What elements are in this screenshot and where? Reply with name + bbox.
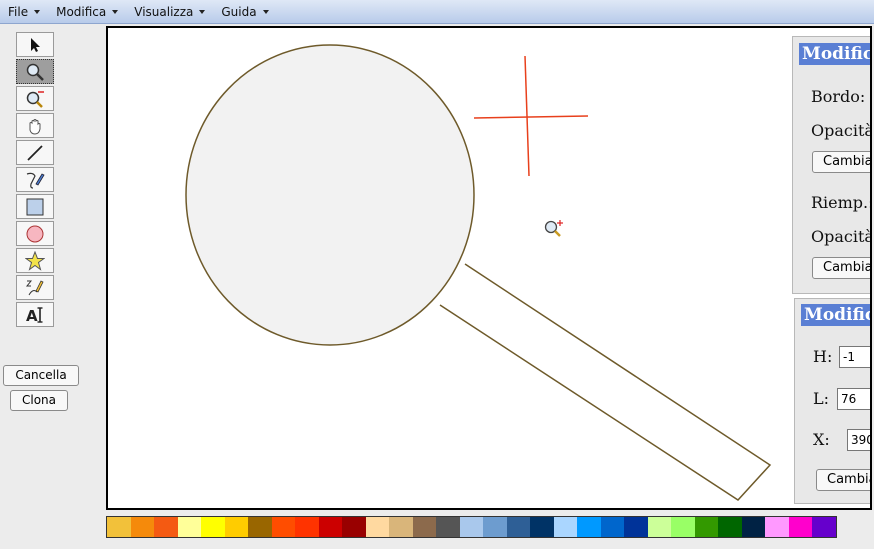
menu-modifica-label: Modifica	[56, 4, 107, 19]
border-opacity-label: Opacità	[811, 121, 872, 140]
chevron-down-icon	[199, 9, 206, 14]
text-tool[interactable]: A	[16, 302, 54, 327]
color-swatch[interactable]	[224, 517, 248, 537]
geometry-panel: Modifica H: -1 L: 76 X: 390 Cambia	[794, 298, 870, 504]
menu-visualizza[interactable]: Visualizza	[126, 5, 213, 19]
magnifier-handle-shape[interactable]	[439, 263, 772, 501]
color-swatch[interactable]	[271, 517, 295, 537]
x-label: X:	[813, 430, 830, 449]
zoom-in-tool[interactable]	[16, 59, 54, 84]
color-swatch[interactable]	[130, 517, 154, 537]
path-pen-icon	[25, 279, 44, 295]
color-swatch[interactable]	[436, 517, 460, 537]
color-swatch[interactable]	[553, 517, 577, 537]
fill-opacity-label: Opacità	[811, 227, 872, 246]
color-swatch[interactable]	[412, 517, 436, 537]
style-panel: Modifica Bordo: Opacità Cambia Riemp.: O…	[792, 36, 872, 294]
ellipse-tool[interactable]	[16, 221, 54, 246]
tool-palette: A	[16, 32, 54, 329]
fill-label: Riemp.:	[811, 193, 872, 212]
rectangle-tool[interactable]	[16, 194, 54, 219]
color-swatch[interactable]	[530, 517, 554, 537]
color-palette	[106, 516, 837, 538]
height-input[interactable]: -1	[839, 346, 870, 368]
select-tool[interactable]	[16, 32, 54, 57]
width-label: L:	[813, 389, 830, 408]
text-ai-icon: A	[26, 307, 43, 325]
path-tool[interactable]	[16, 275, 54, 300]
chevron-down-icon	[34, 9, 41, 14]
color-swatch[interactable]	[483, 517, 507, 537]
crosshair-marker	[473, 55, 589, 177]
star-icon	[25, 250, 45, 271]
color-swatch[interactable]	[295, 517, 319, 537]
color-swatch[interactable]	[718, 517, 742, 537]
color-swatch[interactable]	[694, 517, 718, 537]
border-change-button[interactable]: Cambia	[812, 151, 870, 173]
color-swatch[interactable]	[318, 517, 342, 537]
color-swatch[interactable]	[600, 517, 624, 537]
menu-modifica[interactable]: Modifica	[48, 5, 126, 19]
svg-text:A: A	[26, 307, 38, 325]
magnifier-minus-icon	[26, 90, 44, 108]
color-swatch[interactable]	[647, 517, 671, 537]
line-icon	[27, 144, 43, 161]
chevron-down-icon	[262, 9, 269, 14]
color-swatch[interactable]	[788, 517, 812, 537]
drawing-canvas[interactable]: Modifica Bordo: Opacità Cambia Riemp.: O…	[106, 26, 872, 510]
rectangle-icon	[26, 198, 44, 215]
color-swatch[interactable]	[812, 517, 836, 537]
menu-file-label: File	[8, 4, 29, 19]
menubar: File Modifica Visualizza Guida	[0, 0, 874, 24]
magnifier-icon	[26, 63, 44, 81]
arrow-pointer-icon	[31, 37, 40, 52]
color-swatch[interactable]	[741, 517, 765, 537]
freehand-tool[interactable]	[16, 167, 54, 192]
color-swatch[interactable]	[154, 517, 178, 537]
color-swatch[interactable]	[459, 517, 483, 537]
chevron-down-icon	[112, 9, 119, 14]
color-swatch[interactable]	[365, 517, 389, 537]
color-swatch[interactable]	[765, 517, 789, 537]
color-swatch[interactable]	[107, 517, 131, 537]
star-tool[interactable]	[16, 248, 54, 273]
clone-button[interactable]: Clona	[10, 390, 68, 411]
color-swatch[interactable]	[506, 517, 530, 537]
geometry-panel-title: Modifica	[801, 304, 870, 326]
geometry-change-button[interactable]: Cambia	[816, 469, 870, 491]
color-swatch[interactable]	[671, 517, 695, 537]
color-swatch[interactable]	[177, 517, 201, 537]
hand-icon	[29, 118, 41, 135]
menu-guida[interactable]: Guida	[213, 5, 276, 19]
color-swatch[interactable]	[577, 517, 601, 537]
x-input[interactable]: 390	[847, 429, 870, 451]
menu-file[interactable]: File	[0, 5, 48, 19]
fill-change-button[interactable]: Cambia	[812, 257, 870, 279]
color-swatch[interactable]	[342, 517, 366, 537]
color-swatch[interactable]	[624, 517, 648, 537]
pencil-icon	[26, 172, 45, 189]
cancel-button[interactable]: Cancella	[3, 365, 79, 386]
color-swatch[interactable]	[201, 517, 225, 537]
magnifier-lens-shape[interactable]	[185, 44, 475, 346]
zoom-out-tool[interactable]	[16, 86, 54, 111]
menu-guida-label: Guida	[221, 4, 257, 19]
height-label: H:	[813, 347, 833, 366]
width-input[interactable]: 76	[837, 388, 870, 410]
border-label: Bordo:	[811, 87, 866, 106]
canvas-svg	[185, 44, 772, 501]
pan-tool[interactable]	[16, 113, 54, 138]
color-swatch[interactable]	[248, 517, 272, 537]
style-panel-title: Modifica	[799, 43, 870, 65]
zoom-cursor-icon	[544, 220, 563, 237]
circle-icon	[26, 225, 44, 242]
menu-visualizza-label: Visualizza	[134, 4, 194, 19]
line-tool[interactable]	[16, 140, 54, 165]
color-swatch[interactable]	[389, 517, 413, 537]
